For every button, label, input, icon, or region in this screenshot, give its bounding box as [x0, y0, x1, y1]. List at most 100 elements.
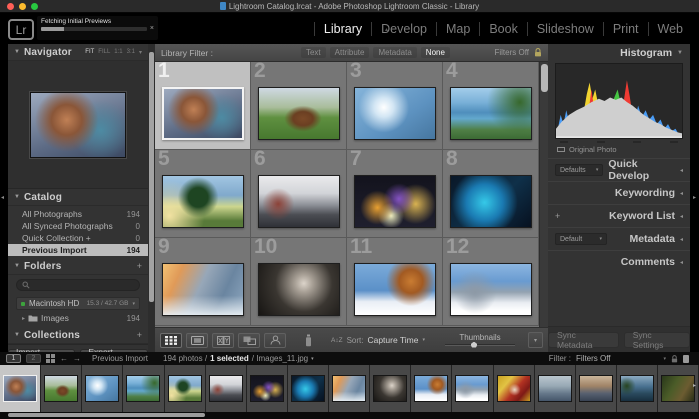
filmstrip-photo-cell[interactable]	[370, 365, 411, 412]
photo-thumbnail[interactable]	[373, 375, 407, 402]
grid-photo-cell[interactable]: 3	[347, 62, 443, 150]
navigator-preview[interactable]	[8, 61, 148, 189]
histogram-header[interactable]: Histogram ▼	[548, 44, 690, 62]
filmstrip-photo-cell[interactable]	[0, 365, 41, 412]
filmstrip-scroll-right-icon[interactable]: ▸	[693, 382, 696, 389]
sync-metadata-button[interactable]: Sync Metadata	[548, 332, 619, 348]
grid-photo-cell[interactable]: 4	[443, 62, 539, 150]
lock-icon[interactable]	[671, 355, 678, 363]
folder-search-input[interactable]	[16, 279, 140, 291]
photo-thumbnail[interactable]	[162, 263, 244, 316]
grid-photo-cell[interactable]: 7	[347, 150, 443, 238]
filmstrip-photo-cell[interactable]	[123, 365, 164, 412]
filmstrip-photo-cell[interactable]	[411, 365, 452, 412]
catalog-item[interactable]: Previous Import 194	[8, 244, 148, 256]
photo-thumbnail[interactable]	[44, 375, 78, 402]
painter-spray-icon[interactable]	[304, 334, 313, 347]
expand-folder-icon[interactable]: ▸	[22, 315, 25, 322]
filmstrip-photo-cell[interactable]	[452, 365, 493, 412]
filmstrip-photo-cell[interactable]	[576, 365, 617, 412]
module-tab[interactable]: Develop	[371, 22, 436, 36]
photo-thumbnail[interactable]	[450, 175, 532, 228]
filmstrip-scrollbar[interactable]	[0, 412, 699, 419]
folders-header[interactable]: ▼ Folders +	[8, 258, 148, 275]
grid-photo-cell[interactable]: 11	[347, 238, 443, 326]
activity-progress-panel[interactable]: Fetching Initial Previews ×	[37, 16, 158, 40]
zoom-fill-option[interactable]: FILL	[98, 49, 110, 55]
quick-develop-preset-dropdown[interactable]: Defaults ▾	[555, 164, 603, 176]
sync-settings-button[interactable]: Sync Settings	[624, 332, 690, 348]
zoom-more-icon[interactable]: ▾	[139, 49, 142, 56]
filmstrip-status[interactable]: 194 photos / 1 selected / Images_11.jpg …	[163, 354, 314, 363]
photo-thumbnail[interactable]	[450, 87, 532, 140]
filmstrip-photo-cell[interactable]	[206, 365, 247, 412]
grid-photo-cell[interactable]: 8	[443, 150, 539, 238]
lock-icon[interactable]	[534, 48, 542, 57]
minimize-window-button[interactable]	[19, 3, 26, 10]
left-panel-collapse-icon[interactable]: ◂	[1, 194, 4, 201]
survey-view-button[interactable]	[238, 333, 260, 348]
grid-photo-cell[interactable]: 10	[251, 238, 347, 326]
filter-option[interactable]: Text	[301, 47, 326, 58]
photo-thumbnail[interactable]	[354, 175, 436, 228]
photo-thumbnail[interactable]	[455, 375, 489, 402]
catalog-header[interactable]: ▼ Catalog	[8, 189, 148, 206]
photo-thumbnail[interactable]	[620, 375, 654, 402]
filmstrip-photo-cell[interactable]	[247, 365, 288, 412]
cancel-task-icon[interactable]: ×	[150, 27, 154, 31]
metadata-header[interactable]: Default ▾ Metadata ◂	[548, 227, 690, 250]
primary-screen-button[interactable]: 1	[6, 354, 21, 363]
filmstrip-photo-cell[interactable]	[82, 365, 123, 412]
module-tab[interactable]: Slideshow	[527, 22, 603, 36]
filmstrip-filter-switch-icon[interactable]	[683, 355, 689, 363]
zoom-window-button[interactable]	[31, 3, 38, 10]
left-panel-scrollbar[interactable]	[148, 44, 155, 352]
filmstrip-photo-cell[interactable]	[617, 365, 658, 412]
filters-status[interactable]: Filters Off	[494, 48, 542, 57]
grid-photo-cell[interactable]: 6	[251, 150, 347, 238]
catalog-item[interactable]: All Synced Photographs 0	[8, 220, 148, 232]
module-tab[interactable]: Map	[436, 22, 479, 36]
go-forward-icon[interactable]: →	[73, 354, 81, 363]
photo-thumbnail[interactable]	[497, 375, 531, 402]
grid-view-button[interactable]	[160, 333, 182, 348]
filmstrip-photo-cell[interactable]	[535, 365, 576, 412]
keyword-list-header[interactable]: + Keyword List ◂	[548, 204, 690, 227]
thumbnail-size-slider[interactable]	[445, 342, 515, 348]
photo-thumbnail[interactable]	[250, 375, 284, 402]
people-view-button[interactable]	[264, 333, 286, 348]
filmstrip-photo-cell[interactable]	[288, 365, 329, 412]
module-tab[interactable]: Web	[648, 22, 692, 36]
zoom-3to1-option[interactable]: 3:1	[127, 49, 135, 55]
catalog-item[interactable]: All Photographs 194	[8, 208, 148, 220]
quick-develop-header[interactable]: Defaults ▾ Quick Develop ◂	[548, 158, 690, 181]
collections-header[interactable]: ▼ Collections +	[8, 327, 148, 344]
scrollbar-thumb[interactable]	[8, 413, 205, 417]
add-folder-button[interactable]: +	[137, 261, 142, 271]
sort-direction-icon[interactable]: A↕Z	[331, 337, 343, 344]
grid-photo-cell[interactable]: 5	[155, 150, 251, 238]
compare-view-button[interactable]	[212, 333, 234, 348]
filter-option[interactable]: Metadata	[373, 47, 416, 58]
photo-thumbnail[interactable]	[291, 375, 325, 402]
module-tab[interactable]: Library	[314, 22, 371, 36]
filmstrip-photo-cell[interactable]	[41, 365, 82, 412]
histogram-display[interactable]	[555, 63, 683, 139]
photo-thumbnail[interactable]	[3, 375, 37, 402]
grid-shortcut-icon[interactable]	[46, 354, 55, 363]
photo-thumbnail[interactable]	[579, 375, 613, 402]
photo-thumbnail[interactable]	[258, 263, 340, 316]
sort-caret-icon[interactable]: ▾	[423, 337, 426, 343]
grid-photo-cell[interactable]: 9	[155, 238, 251, 326]
keywording-header[interactable]: Keywording ◂	[548, 181, 690, 204]
secondary-screen-button[interactable]: 2	[26, 354, 41, 363]
photo-thumbnail[interactable]	[162, 87, 244, 140]
zoom-1to1-option[interactable]: 1:1	[114, 49, 122, 55]
photo-thumbnail[interactable]	[162, 175, 244, 228]
module-tab[interactable]: Book	[479, 22, 527, 36]
photo-thumbnail[interactable]	[354, 87, 436, 140]
close-window-button[interactable]	[7, 3, 14, 10]
module-tab[interactable]: Print	[603, 22, 648, 36]
photo-thumbnail[interactable]	[332, 375, 366, 402]
metadata-preset-dropdown[interactable]: Default ▾	[555, 233, 607, 245]
